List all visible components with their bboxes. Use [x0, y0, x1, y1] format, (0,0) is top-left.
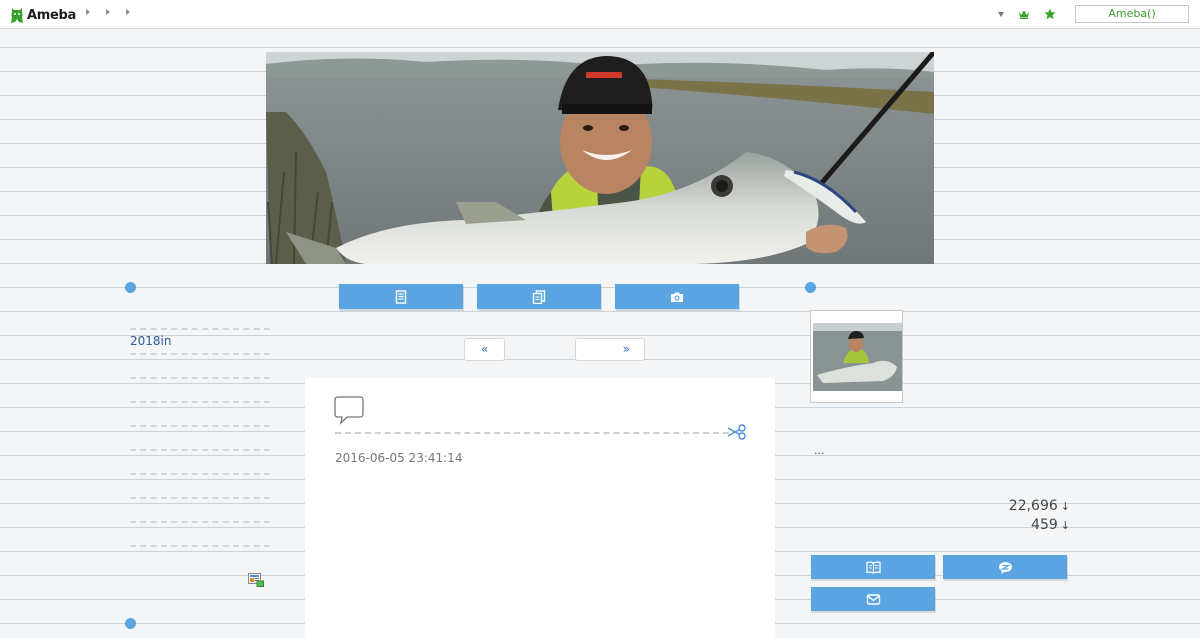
- camera-icon: [671, 292, 683, 302]
- reader-count-value: 22,696: [1008, 498, 1058, 514]
- document-icon: [395, 289, 407, 304]
- star-icon[interactable]: [1044, 8, 1056, 20]
- sidebar-divider: [130, 545, 270, 547]
- ameba-logo[interactable]: Ameba: [10, 5, 76, 25]
- ameba-login-button[interactable]: Ameba(): [1075, 5, 1189, 23]
- decorative-dot: [805, 282, 816, 293]
- profile-photo[interactable]: [810, 310, 903, 403]
- next-entry-button[interactable]: »: [575, 338, 645, 361]
- profile-photo-image: [813, 323, 902, 391]
- decorative-dot: [125, 618, 136, 629]
- chat-button[interactable]: [943, 555, 1067, 579]
- message-button[interactable]: [811, 587, 935, 611]
- sidebar-divider: [130, 353, 270, 355]
- sidebar-divider: [130, 521, 270, 523]
- nav-tab-entries[interactable]: [339, 284, 463, 309]
- sidebar-divider: [130, 401, 270, 403]
- down-arrow-icon: ↓: [1060, 519, 1070, 532]
- sidebar-divider: [130, 497, 270, 499]
- prev-entry-label: «: [480, 342, 489, 356]
- book-icon: [865, 560, 881, 574]
- reader-count[interactable]: 22,696 ↓: [1009, 498, 1070, 514]
- nav-tab-list[interactable]: [477, 284, 601, 309]
- prev-entry-button[interactable]: «: [464, 338, 505, 361]
- sidebar-divider: [130, 449, 270, 451]
- scissors-icon: [727, 424, 746, 440]
- speech-bubble-icon: [334, 396, 364, 425]
- global-header: Ameba Ameba(): [0, 0, 1200, 29]
- next-entry-label: »: [622, 342, 630, 356]
- follow-count-value: 459: [1031, 517, 1058, 533]
- breadcrumb-arrow-icon[interactable]: [86, 9, 90, 15]
- copy-icon: [532, 289, 546, 304]
- crown-icon[interactable]: [1018, 9, 1030, 19]
- logo-text: Ameba: [27, 7, 77, 23]
- chat-icon: [998, 561, 1012, 574]
- dropdown-caret-icon[interactable]: [998, 12, 1004, 17]
- header-photo-image: [266, 52, 934, 264]
- article-card: 2016-06-05 23:41:14: [305, 378, 775, 638]
- decorative-dot: [125, 282, 136, 293]
- entry-date: 2016-06-05 23:41:14: [335, 451, 463, 465]
- breadcrumb-arrow-icon[interactable]: [106, 9, 110, 15]
- nav-tab-photos[interactable]: [615, 284, 739, 309]
- sidebar-divider: [130, 328, 270, 330]
- sidebar-divider: [130, 473, 270, 475]
- breadcrumb-arrow-icon[interactable]: [126, 9, 130, 15]
- mail-icon: [866, 593, 880, 605]
- profile-description: ...: [814, 444, 825, 457]
- ameba-mascot-icon: [11, 8, 23, 23]
- down-arrow-icon: ↓: [1060, 500, 1070, 513]
- header-photo: [266, 52, 934, 264]
- follow-count[interactable]: 459 ↓: [1031, 517, 1070, 533]
- rss-feed-icon[interactable]: [248, 573, 264, 587]
- sidebar-theme-link[interactable]: 2018in: [130, 334, 171, 348]
- sidebar-divider: [130, 377, 270, 379]
- sidebar-divider: [130, 425, 270, 427]
- entry-cut-line: [335, 432, 729, 434]
- reader-register-button[interactable]: [811, 555, 935, 579]
